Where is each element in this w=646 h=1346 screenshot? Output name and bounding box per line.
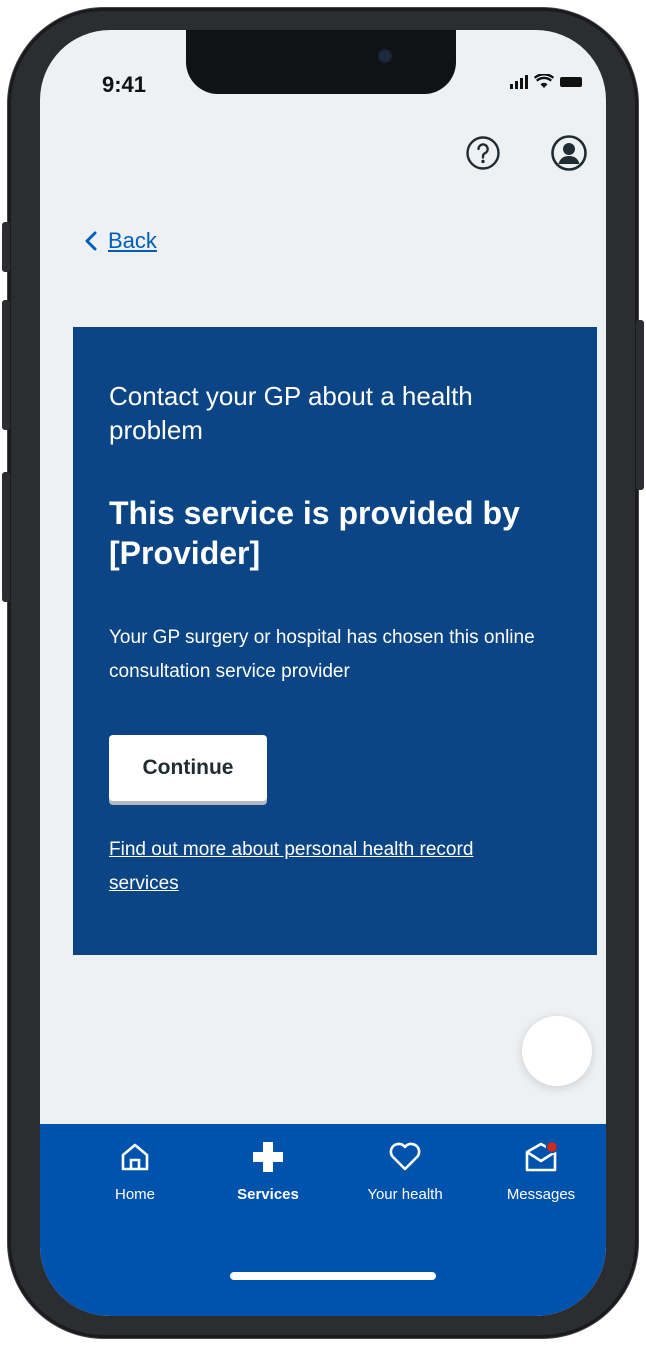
notch: [186, 30, 456, 94]
silent-switch: [2, 222, 10, 272]
nav-label-services: Services: [237, 1186, 299, 1203]
wifi-icon: [534, 74, 554, 88]
help-circle-icon[interactable]: [464, 134, 502, 172]
bottom-navigation: Home Services Your health Messages: [40, 1124, 606, 1316]
continue-button[interactable]: Continue: [109, 735, 267, 801]
nav-item-messages[interactable]: Messages: [476, 1140, 606, 1220]
home-indicator[interactable]: [230, 1272, 436, 1280]
home-icon: [121, 1143, 149, 1171]
status-icons: [510, 74, 582, 89]
volume-up-button: [2, 300, 10, 430]
nav-item-services[interactable]: Services: [203, 1140, 333, 1220]
card-caption: Contact your GP about a health problem: [109, 381, 473, 445]
personal-health-record-link[interactable]: Find out more about personal health reco…: [109, 833, 539, 901]
envelope-notification-icon: [525, 1140, 559, 1172]
power-button: [636, 320, 644, 490]
user-profile-icon[interactable]: [550, 134, 588, 172]
nav-item-home[interactable]: Home: [70, 1140, 200, 1220]
chevron-left-icon: [85, 231, 97, 251]
battery-icon: [560, 76, 582, 87]
status-time: 9:41: [102, 72, 147, 97]
back-label: Back: [108, 228, 157, 253]
nav-label-your-health: Your health: [367, 1186, 443, 1203]
nav-label-messages: Messages: [506, 1186, 576, 1203]
heart-icon: [389, 1142, 421, 1171]
nav-item-your-health[interactable]: Your health: [340, 1140, 470, 1220]
plus-cross-icon: [253, 1142, 283, 1172]
nav-label-home: Home: [114, 1186, 155, 1203]
front-camera: [377, 48, 393, 64]
card-heading: This service is provided by [Provider]: [109, 495, 520, 571]
service-card: Contact your GP about a health problem T…: [73, 327, 597, 955]
phone-screen: 9:41 Back Contact your GP about a health…: [40, 30, 606, 1316]
volume-down-button: [2, 472, 10, 602]
back-link[interactable]: Back: [84, 228, 157, 254]
floating-action-button[interactable]: [522, 1016, 592, 1086]
signal-icon: [510, 74, 528, 89]
card-body: Your GP surgery or hospital has chosen t…: [109, 627, 535, 682]
